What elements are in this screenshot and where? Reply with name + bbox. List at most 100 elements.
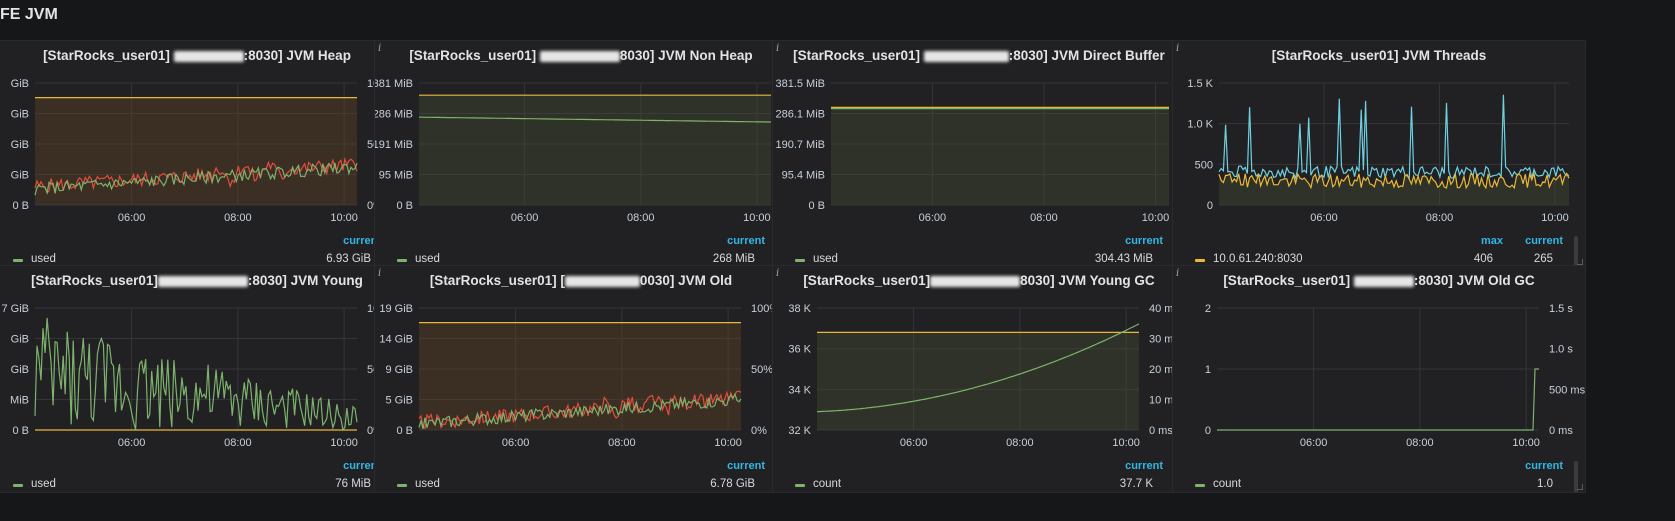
legend: currentmax10.0.61.240:803040626510.0.61.… [1173, 235, 1585, 267]
y-tick-label: 381 MiB [375, 78, 413, 90]
redacted-host [1353, 275, 1414, 287]
legend-swatch[interactable] [1195, 259, 1205, 262]
x-tick-label: 10:00 [743, 212, 771, 224]
panel-title[interactable]: [StarRocks_user01] :8030] JVM Old GC [1173, 273, 1585, 288]
legend-current-value: 1.0 [1537, 478, 1553, 490]
legend: currentused268 MiBcommitted338 MiB [375, 235, 787, 267]
panel-title[interactable]: [StarRocks_user01] 8030] JVM Young GC [773, 273, 1185, 288]
legend-name-text: used [415, 253, 440, 265]
legend: currentused6.93 GiBmax16.00 GiB [0, 235, 403, 267]
panel-title[interactable]: [StarRocks_user01]:8030] JVM Young [0, 273, 403, 288]
panel-1[interactable]: i [StarRocks_user01] 8030] JVM Non Heap 38… [374, 40, 788, 268]
y2-tick-label: 1.0 s [1549, 344, 1573, 356]
legend: currentused76 MiBmax0 B [0, 460, 403, 492]
y-tick-label: 381.5 MiB [775, 78, 825, 90]
panel-title-prefix: [StarRocks_user01] [803, 273, 931, 288]
y-tick-label: 0 B [396, 425, 413, 437]
legend-series-name[interactable]: used [415, 253, 440, 265]
panel-3[interactable]: i [StarRocks_user01] JVM Threads 1.5 K 1.0 … [1172, 40, 1586, 268]
x-tick-label: 08:00 [627, 212, 655, 224]
legend-header-current[interactable]: current [1525, 235, 1563, 247]
legend-header-current[interactable]: current [1525, 460, 1563, 472]
panel-7[interactable]: i [StarRocks_user01] :8030] JVM Old GC 2 1 0… [1172, 265, 1586, 493]
legend-name-text: used [31, 253, 56, 265]
series-max-area [419, 322, 741, 430]
legend-series-name[interactable]: used [31, 478, 56, 490]
panel-title-prefix: [StarRocks_user01] [793, 48, 924, 63]
series-committed-area [419, 95, 771, 205]
y-tick-label: 1.0 K [1187, 119, 1213, 131]
x-tick-label: 08:00 [1406, 437, 1434, 449]
panel-title-prefix: [StarRocks_user01] [1223, 273, 1354, 288]
legend-header-current[interactable]: current [1125, 235, 1163, 247]
graph[interactable]: 381 MiB 286 MiB 191 MiB 95 MiB 0 B 06:00 08:00… [375, 75, 788, 225]
panel-5[interactable]: i [StarRocks_user01] [0030] JVM Old 19 GiB… [374, 265, 788, 493]
legend-name-text: used [31, 478, 56, 490]
legend-item[interactable]: count 1.0 [1173, 478, 1575, 492]
panel-title[interactable]: [StarRocks_user01] 8030] JVM Non Heap [375, 48, 787, 63]
legend-current-value: 304.43 MiB [1094, 253, 1153, 265]
graph[interactable]: 7 GiBGiBGiBMiB0 B100%50%0%06:0008:0010:0… [0, 300, 404, 450]
panel-title[interactable]: [StarRocks_user01] JVM Threads [1173, 48, 1585, 63]
panel-title[interactable]: [StarRocks_user01] :8030] JVM Direct Buf… [773, 48, 1185, 63]
redacted-host [173, 50, 244, 62]
panel-title-suffix: 8030] JVM Non Heap [619, 48, 753, 63]
legend-item[interactable]: used 6.78 GiB [375, 478, 777, 492]
legend-series-name[interactable]: 10.0.61.240:8030 [1213, 253, 1303, 265]
panel-4[interactable]: i[StarRocks_user01]:8030] JVM Young7 GiB… [0, 265, 404, 493]
graph[interactable]: 19 GiB14 GiB9 GiB5 GiB0 B100%50%0%06:00 0… [375, 300, 788, 450]
legend-series-name[interactable]: used [415, 478, 440, 490]
series-used [34, 317, 358, 432]
legend-item[interactable]: count 37.7 K [773, 478, 1175, 492]
legend-header-current[interactable]: current [727, 460, 765, 472]
legend-series-name[interactable]: count [813, 478, 841, 490]
y-tick-label: GiB [11, 334, 29, 346]
panel-0[interactable]: i[StarRocks_user01] :8030] JVM HeapGiBGi… [0, 40, 404, 268]
legend-name-text: used [813, 253, 838, 265]
legend-swatch[interactable] [13, 259, 23, 262]
panel-resize-handle[interactable] [1577, 484, 1583, 490]
panel-title-suffix: :8030] JVM Young [247, 273, 363, 288]
graph[interactable]: 38 K36 K34 K32 K40 ms30 ms20 ms10 ms0 ms… [773, 300, 1186, 450]
panel-2[interactable]: i [StarRocks_user01] :8030] JVM Direct Bu… [772, 40, 1186, 268]
legend-swatch[interactable] [13, 484, 23, 487]
y-tick-label: 191 MiB [375, 139, 413, 151]
x-tick-label: 10:00 [1541, 212, 1569, 224]
x-tick-label: 08:00 [224, 437, 252, 449]
legend-series-name[interactable]: count [1213, 478, 1241, 490]
panel-title[interactable]: [StarRocks_user01] :8030] JVM Heap [0, 48, 403, 63]
row-title[interactable]: FE JVM [0, 6, 58, 24]
x-tick-label: 06:00 [900, 437, 928, 449]
legend: currentcount37.7 Kavg time (right-y)33 m… [773, 460, 1185, 492]
legend-header-current[interactable]: current [727, 235, 765, 247]
legend-header-max[interactable]: max [1481, 235, 1503, 247]
graph[interactable]: 2 1 0 1.5 s 1.0 s 500 ms 0 ms 06:00 08:00 10:00 [1173, 300, 1586, 450]
legend-swatch[interactable] [1195, 484, 1205, 487]
legend-item[interactable]: used 76 MiB [0, 478, 393, 492]
graph[interactable]: 1.5 K 1.0 K 500 0 06:00 08:00 10:00 [1173, 75, 1586, 225]
y-tick-label: GiB [11, 139, 29, 151]
legend-swatch[interactable] [397, 484, 407, 487]
legend-swatch[interactable] [795, 259, 805, 262]
x-tick-label: 06:00 [1310, 212, 1338, 224]
legend: currentused304.43 MiBcapacity304.43 MiB [773, 235, 1185, 267]
graph[interactable]: 381.5 MiB 286.1 MiB 190.7 MiB 95.4 MiB 0 B 06… [773, 75, 1186, 225]
x-tick-label: 10:00 [330, 212, 358, 224]
legend-series-name[interactable]: used [31, 253, 56, 265]
legend-swatch[interactable] [795, 484, 805, 487]
series-max-area [35, 97, 357, 205]
y-tick-label: MiB [10, 395, 29, 407]
legend-series-name[interactable]: used [813, 253, 838, 265]
legend-swatch[interactable] [397, 259, 407, 262]
legend-name-text: count [813, 478, 842, 490]
x-tick-label: 08:00 [608, 437, 636, 449]
series-host-240 [1218, 94, 1570, 180]
panel-6[interactable]: i [StarRocks_user01] 8030] JVM Young GC 38 … [772, 265, 1186, 493]
legend-header-current[interactable]: current [1125, 460, 1163, 472]
panel-title[interactable]: [StarRocks_user01] [0030] JVM Old [375, 273, 787, 288]
x-tick-label: 06:00 [511, 212, 539, 224]
y-tick-label: 0 B [12, 425, 29, 437]
redacted-host [564, 275, 640, 287]
panel-title-prefix: [StarRocks_user01] JVM Threads [1271, 48, 1487, 63]
graph[interactable]: GiBGiBGiBGiB0 B100%50%0%06:0008:0010:00 [0, 75, 404, 225]
